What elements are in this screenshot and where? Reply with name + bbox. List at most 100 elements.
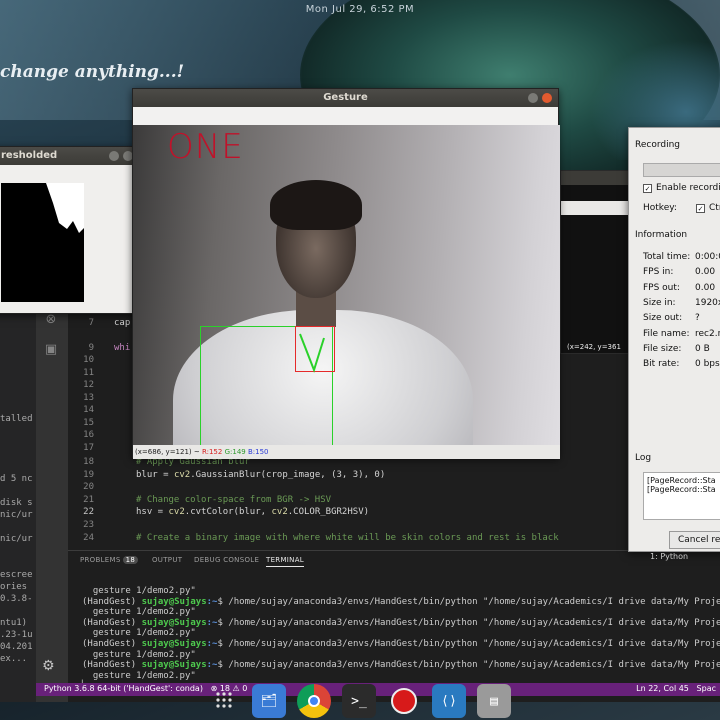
code-line[interactable]: # Change color-space from BGR -> HSV (136, 495, 331, 505)
info-row: File name: rec2.r (643, 328, 720, 339)
terminal-line: (HandGest) sujay@Sujays:~$ /home/sujay/a… (82, 596, 720, 607)
log-line: [PageRecord::Sta (647, 476, 716, 485)
info-key: Bit rate: (643, 359, 680, 370)
info-value: 0.00 (695, 282, 716, 293)
chrome-icon[interactable] (297, 684, 331, 718)
top-bar-clock[interactable]: Mon Jul 29, 6:52 PM (0, 4, 720, 15)
terminal-line: (HandGest) sujay@Sujays:~$ /home/sujay/a… (82, 617, 720, 628)
vscode-activity-bar (36, 310, 68, 702)
log-box[interactable]: [PageRecord::Sta [PageRecord::Sta (643, 472, 720, 520)
info-row: FPS in: 0.00 (643, 267, 715, 277)
storage-icon[interactable]: ▤ (477, 684, 511, 718)
code-line[interactable]: cap (114, 318, 130, 328)
terminal-line: gesture 1/demo2.py" (82, 607, 196, 618)
terminal-icon[interactable]: >_ (342, 684, 376, 718)
recording-section-label: Recording (635, 140, 681, 150)
thresholded-image (1, 183, 84, 302)
extensions-icon[interactable]: ▣ (42, 342, 60, 360)
tab-problems[interactable]: PROBLEMS 18 (80, 556, 139, 564)
sidebar-text: nic/ur (0, 534, 33, 544)
terminal-output[interactable]: gesture 1/demo2.py" (HandGest) sujay@Suja… (68, 576, 720, 691)
camera-feed (133, 125, 560, 445)
code-line[interactable]: blur = cv2.GaussianBlur(crop_image, (3, … (136, 470, 385, 480)
record-icon[interactable] (387, 684, 421, 718)
info-key: FPS out: (643, 282, 680, 293)
info-value: 1920x (695, 297, 720, 308)
enable-recording-label: Enable recordi (656, 183, 720, 193)
minimize-button[interactable] (528, 93, 538, 103)
hotkey-label: Hotkey: (643, 203, 677, 213)
info-value: 0:00:0 (695, 252, 720, 262)
sidebar-text: disk s (0, 498, 33, 508)
info-value: 0.00 (695, 267, 716, 278)
info-value: ? (695, 313, 700, 324)
line-number-gutter: 7 9 10 11 12 13 14 15 16 17 18 19 20 21 … (83, 318, 94, 543)
indent-status[interactable]: Spac (697, 684, 716, 693)
vscode-sidebar: talled d 5 nc disk s nic/ur nic/ur escre… (0, 310, 36, 702)
background-window-status: (x=242, y=361 (567, 343, 621, 351)
terminal-line: (HandGest) sujay@Sujays:~$ /home/sujay/a… (82, 660, 720, 671)
info-key: Size in: (643, 297, 676, 308)
sidebar-text: ories (0, 582, 28, 592)
thresholded-image-panel (0, 165, 139, 313)
code-line[interactable]: whi (114, 343, 130, 353)
sidebar-text: d 5 nc (0, 474, 33, 484)
dock: 🗂 >_ ⟨⟩ ▤ (208, 684, 520, 720)
info-key: File name: (643, 328, 690, 339)
info-row: Bit rate: 0 bps (643, 359, 720, 370)
info-key: File size: (643, 343, 682, 354)
tab-debug-console[interactable]: DEBUG CONSOLE (194, 556, 259, 564)
terminal-line: gesture 1/demo2.py" (82, 649, 196, 660)
sidebar-text: talled (0, 414, 33, 424)
gesture-window[interactable]: Gesture ONE (x=686, y=121) ~ R:152 G:149… (132, 88, 560, 459)
minimize-button[interactable] (109, 151, 119, 161)
info-row: Total time: 0:00:0 (643, 252, 720, 262)
info-row: Size in: 1920x (643, 297, 720, 308)
sidebar-text: escree (0, 570, 33, 580)
information-section-label: Information (635, 230, 688, 240)
info-row: File size: 0 B (643, 343, 710, 354)
sidebar-text: ex... (0, 654, 28, 664)
terminal-line: gesture 1/demo2.py" (82, 586, 196, 596)
terminal-line: gesture 1/demo2.py" (82, 628, 196, 639)
recording-progress (643, 163, 720, 177)
python-terminal-tab[interactable]: 1: Python (650, 552, 688, 561)
log-line: [PageRecord::Sta (647, 485, 716, 494)
code-line[interactable]: # Create a binary image with where white… (136, 533, 559, 543)
vscode-icon[interactable]: ⟨⟩ (432, 684, 466, 718)
info-value: rec2.r (695, 328, 720, 339)
info-value: 0 B (695, 343, 710, 354)
code-line[interactable]: hsv = cv2.cvtColor(blur, cv2.COLOR_BGR2H… (136, 507, 369, 517)
files-icon[interactable]: 🗂 (252, 684, 286, 718)
sidebar-text: ntu1) (0, 618, 28, 628)
gesture-count-label: ONE (167, 127, 244, 167)
hotkey-checkbox[interactable]: ✓ (696, 204, 705, 213)
hotkey-value: Ctr (709, 203, 720, 213)
enable-recording-checkbox[interactable]: ✓ (643, 184, 652, 193)
thresholded-window[interactable]: resholded (0, 146, 140, 314)
tab-terminal[interactable]: TERMINAL (266, 556, 304, 567)
wallpaper-quote: change anything...! (0, 62, 185, 82)
cursor-position-status[interactable]: Ln 22, Col 45 (636, 684, 689, 693)
info-row: Size out:? (643, 313, 700, 324)
terminal-line: gesture 1/demo2.py" (82, 670, 196, 681)
window-title[interactable]: Gesture (133, 89, 558, 107)
gear-icon[interactable]: ⚙ (42, 658, 55, 674)
recording-window[interactable]: Recording ✓ Enable recordi Hotkey: ✓ Ctr… (628, 127, 720, 552)
info-row: FPS out: 0.00 (643, 282, 715, 293)
close-button[interactable] (542, 93, 552, 103)
log-section-label: Log (635, 453, 652, 463)
python-interpreter-status[interactable]: Python 3.6.8 64-bit ('HandGest': conda) (44, 684, 203, 693)
remote-explorer-icon[interactable]: ⊗ (42, 312, 60, 330)
cancel-recording-button[interactable]: Cancel re (669, 531, 720, 549)
info-key: Size out: (643, 313, 683, 324)
background-window[interactable]: (x=242, y=361 (560, 170, 631, 354)
sidebar-text: 0.3.8- (0, 594, 33, 604)
tab-output[interactable]: OUTPUT (152, 556, 182, 564)
sidebar-text: 04.201 (0, 642, 33, 652)
panel-tabs: PROBLEMS 18 OUTPUT DEBUG CONSOLE TERMINAL (68, 550, 720, 570)
info-key: Total time: (643, 252, 691, 262)
terminal-line: (HandGest) sujay@Sujays:~$ /home/sujay/a… (82, 639, 720, 649)
sidebar-text: nic/ur (0, 510, 33, 520)
sidebar-text: .23-1u (0, 630, 33, 640)
